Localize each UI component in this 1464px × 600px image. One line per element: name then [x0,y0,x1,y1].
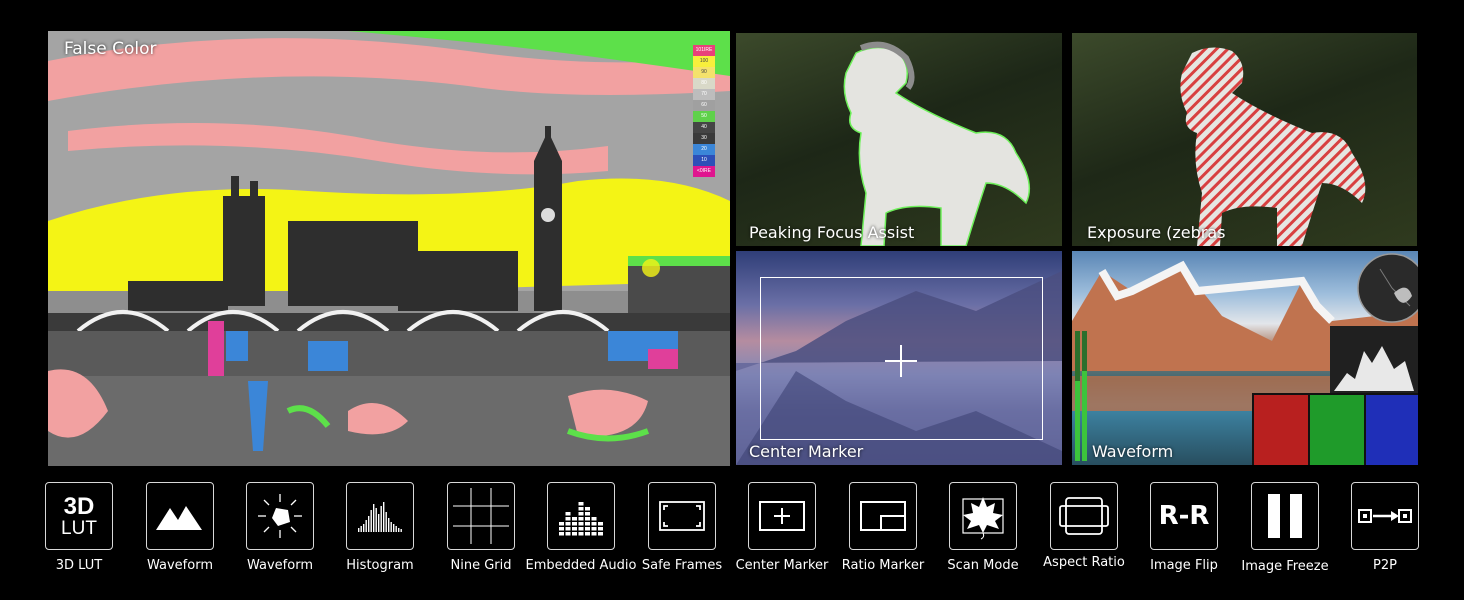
image-flip-icon-text: R-R [1158,501,1210,531]
center-marker-icon[interactable] [748,482,816,550]
zebras-panel: Exposure (zebras [1072,33,1417,246]
false-color-label: False Color [64,39,157,59]
audio-meter-icon[interactable] [547,482,615,550]
zebras-label: Exposure (zebras [1087,223,1226,242]
safe-frames-icon[interactable] [648,482,716,550]
peaking-label: Peaking Focus Assist [749,223,915,242]
scan-mode-icon[interactable] [949,482,1017,550]
false-color-scale-cell: 60 [693,100,715,111]
false-color-scale-cell: 90 [693,67,715,78]
false-color-scale-cell: 101IRE [693,45,715,56]
false-color-scale-cell: <0IRE [693,166,715,177]
mountain-waveform-icon[interactable] [146,482,214,550]
false-color-scale-cell: 10 [693,155,715,166]
center-cross-vertical [900,345,902,377]
false-color-panel: False Color 101IRE 100 90 80 70 60 50 40 30 20 10 <… [48,31,730,466]
mountain-lake-image [1072,253,1418,465]
false-color-scale-cell: 30 [693,133,715,144]
ratio-marker-icon[interactable] [849,482,917,550]
image-flip-icon[interactable]: R-R [1150,482,1218,550]
false-color-scale-cell: 20 [693,144,715,155]
waveform-label: Waveform [1092,442,1174,461]
center-frame [760,277,1043,440]
horse-peaking-image [843,41,1031,246]
false-color-scale-cell: 80 [693,78,715,89]
waveform-panel: Waveform [1072,251,1418,465]
peaking-panel: Peaking Focus Assist [736,33,1062,246]
lut-icon-text-lut: LUT [61,517,97,539]
false-color-scale: 101IRE 100 90 80 70 60 50 40 30 20 10 <0IRE [693,45,715,177]
nine-grid-icon[interactable] [447,482,515,550]
false-color-scale-cell: 50 [693,111,715,122]
center-marker-panel: Center Marker [736,251,1062,465]
center-marker-label: Center Marker [749,442,864,461]
false-color-scale-cell: 40 [693,122,715,133]
histogram-icon[interactable] [346,482,414,550]
p2p-icon[interactable] [1351,482,1419,550]
false-color-image [48,31,730,466]
tool-label: P2P [1373,558,1397,573]
false-color-scale-cell: 70 [693,89,715,100]
image-freeze-icon[interactable] [1251,482,1319,550]
3d-lut-icon[interactable]: 3D LUT [45,482,113,550]
lut-icon-text-3d: 3D [63,492,95,520]
false-color-scale-cell: 100 [693,56,715,67]
vectorscope-icon[interactable] [246,482,314,550]
aspect-ratio-icon[interactable] [1050,482,1118,550]
horse-zebras-image [1180,47,1366,246]
